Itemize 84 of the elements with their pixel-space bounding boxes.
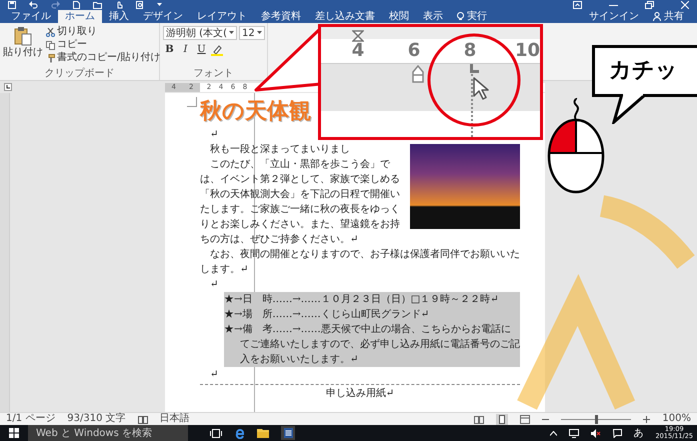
zoom-level[interactable]: 100% (662, 413, 691, 425)
character-count: 93/310 文字 (67, 413, 126, 425)
restore-icon[interactable] (645, 1, 654, 9)
print-layout-icon[interactable] (496, 414, 508, 424)
paragraph: 秋も一段と深まってまいりまし (209, 142, 351, 157)
ribbon-tab[interactable]: ファイル (4, 10, 58, 23)
caret-icon (228, 31, 234, 35)
paragraph: ↵ (209, 128, 220, 142)
clipboard-command[interactable]: コピー (46, 39, 160, 51)
crop-mark (187, 97, 197, 107)
network-icon[interactable] (568, 428, 579, 438)
ribbon-tab[interactable]: ホーム (58, 10, 102, 23)
group-label: クリップボード (44, 68, 116, 80)
list-item: ★→場 所……→……くじら山町民グランド↵ (224, 307, 520, 322)
ribbon-tab[interactable]: 表示 (416, 10, 450, 23)
speaker-icon[interactable] (590, 428, 601, 438)
person-icon (653, 12, 661, 21)
lightbulb-icon (457, 12, 464, 21)
format-button[interactable]: I (179, 44, 192, 56)
form-heading: 申し込み用紙↵ (324, 386, 396, 401)
book-icon[interactable] (138, 414, 148, 424)
search-field[interactable]: Web と Windows を検索 (28, 425, 188, 441)
format-button[interactable]: B (163, 44, 176, 56)
paste-button[interactable]: 貼り付け (3, 26, 43, 68)
page-count: 1/1 ページ (6, 413, 56, 425)
ribbon-tab[interactable]: デザイン (136, 10, 190, 23)
ruler-number: 4 (350, 39, 366, 63)
tell-me-button[interactable]: 実行 (450, 10, 494, 23)
ruler-number: 6 (406, 39, 422, 63)
ruler-number: 10 (515, 39, 537, 63)
ime-indicator[interactable]: あ (634, 426, 644, 440)
undo-icon[interactable] (29, 1, 38, 9)
chevron-up-icon[interactable] (550, 430, 557, 436)
tab-stop-icon (470, 64, 479, 73)
paragraph: なお、夜間の開催となりますので、お子様は保護者同伴でお願いいたします。↵ (200, 248, 520, 277)
close-icon[interactable] (681, 1, 689, 9)
message-icon[interactable] (612, 428, 622, 438)
ribbon-tab[interactable]: 挿入 (102, 10, 136, 23)
new-document-icon[interactable] (73, 1, 80, 9)
list-item: ★→備 考……→……悪天候で中止の場合、こちらからお電話にてご連絡いたしますので、必ず申し込み用紙に電話番号のご記入をお願いいたします。↵ (224, 322, 520, 367)
save-icon[interactable] (8, 1, 16, 9)
ribbon-options-icon[interactable] (573, 1, 582, 9)
brush-icon (46, 54, 55, 62)
list-item: ★→日 時……→……１０月２３日（日）□１９時～２２時↵ (224, 292, 520, 307)
windows-logo-icon[interactable] (9, 428, 19, 438)
format-button[interactable]: U (195, 44, 208, 56)
browser-icon[interactable] (234, 428, 245, 438)
task-view-icon[interactable] (210, 428, 222, 438)
ribbon-tab[interactable]: 参考資料 (254, 10, 308, 23)
folder-icon[interactable] (93, 1, 102, 9)
document-app-icon[interactable] (281, 426, 295, 440)
clipboard-command[interactable]: 書式のコピー/貼り付け (46, 52, 160, 64)
clipboard-icon (14, 26, 32, 46)
font-size-field[interactable]: 12 (238, 26, 265, 40)
group-label: フォント (192, 68, 234, 80)
caret-icon[interactable] (157, 3, 162, 7)
read-mode-icon[interactable] (474, 414, 484, 424)
redo-icon[interactable] (51, 1, 60, 9)
scissors-icon (46, 28, 55, 36)
tab-selector-icon[interactable] (4, 83, 12, 91)
paragraph: ↵ (209, 278, 220, 292)
caret-icon (256, 31, 262, 35)
ruler-number: 8 (462, 39, 478, 63)
folder-icon[interactable] (257, 428, 269, 438)
plus-icon[interactable] (643, 416, 650, 422)
highlighter-icon[interactable] (211, 44, 223, 56)
clipboard-command[interactable]: 切り取り (46, 26, 160, 38)
web-layout-icon[interactable] (520, 414, 530, 424)
preview-icon[interactable] (136, 1, 144, 9)
font-name-field[interactable]: 游明朝 (本文( (163, 26, 237, 40)
document-title: 秋の天体観 (200, 98, 312, 126)
paragraph: ↵ (209, 368, 220, 382)
ribbon-tab[interactable]: 差し込み文書 (308, 10, 382, 23)
copy-icon (46, 40, 55, 50)
indent-marker-icon (352, 30, 364, 42)
ribbon-tab[interactable]: 校閲 (382, 10, 416, 23)
paragraph: このたび、「立山・黒部を歩こう会」では、イベント第２弾として、家族で楽しめる「秋の天体観測大会」を下記の日程で開催いたします。ご家族ご一緒に秋の夜長をゆっくりとお楽しみください。また、望遠鏡をお持ちの方は、ぜひご持参ください。↵ (200, 158, 401, 247)
sign-in-link[interactable]: サインイン (582, 10, 646, 23)
cursor-icon (473, 77, 489, 101)
language-label: 日本語 (160, 413, 190, 425)
ribbon-tab[interactable]: レイアウト (190, 10, 254, 23)
bubble-tail (612, 94, 648, 124)
slider-thumb[interactable] (595, 414, 598, 424)
share-button[interactable]: 共有 (646, 10, 691, 23)
